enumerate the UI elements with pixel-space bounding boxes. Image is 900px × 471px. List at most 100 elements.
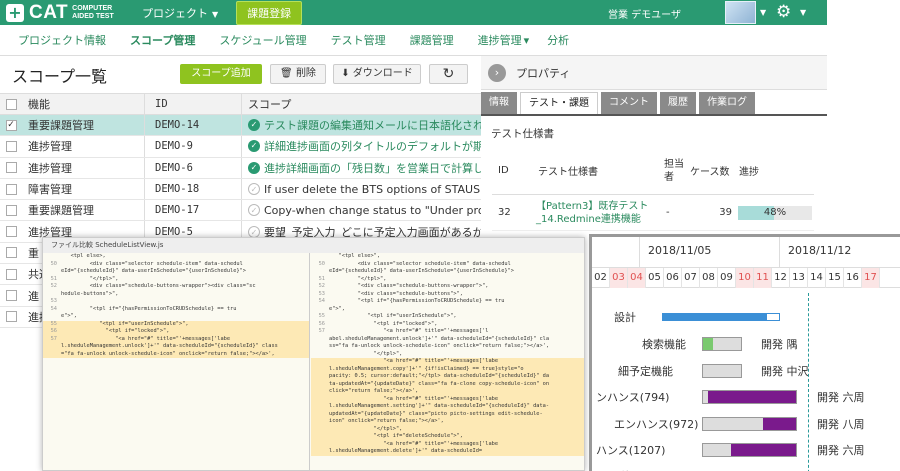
- row-checkbox[interactable]: [5, 226, 17, 238]
- row-scope-text[interactable]: 進捗詳細画面の「残日数」を営業日で計算し: [264, 160, 481, 176]
- gear-icon[interactable]: ⚙: [776, 2, 791, 22]
- app-logo[interactable]: + CAT COMPUTER AIDED TEST: [0, 2, 134, 24]
- table-row[interactable]: ✓ 重要課題管理 DEMO-14 ✓ テスト課題の編集通知メールに日本語化され: [0, 115, 481, 137]
- row-checkbox[interactable]: [5, 183, 17, 195]
- row-checkbox-cell[interactable]: [0, 226, 22, 238]
- table-row[interactable]: 障害管理 DEMO-18 ✓ If user delete the BTS optio…: [0, 178, 481, 201]
- row-checkbox-cell[interactable]: [0, 204, 22, 216]
- gantt-task-bar[interactable]: [702, 443, 797, 457]
- gantt-day: 13: [790, 268, 808, 288]
- tab-3[interactable]: 履歴: [660, 92, 696, 114]
- user-name[interactable]: 営業 デモユーザ: [608, 6, 681, 21]
- row-checkbox[interactable]: [5, 268, 17, 280]
- row-checkbox[interactable]: [5, 140, 17, 152]
- project-menu[interactable]: プロジェクト ▼: [142, 5, 218, 21]
- row-checkbox-cell[interactable]: [0, 311, 22, 323]
- gantt-task-bar[interactable]: [702, 390, 797, 404]
- column-id[interactable]: ID: [145, 94, 242, 114]
- row-scope-text[interactable]: Copy-when change status to "Under proc: [264, 204, 481, 217]
- row-checkbox-cell[interactable]: [0, 290, 22, 302]
- row-checkbox[interactable]: [5, 290, 17, 302]
- add-scope-button[interactable]: スコープ追加: [180, 64, 262, 84]
- nav-item-5[interactable]: 進捗管理: [478, 32, 528, 48]
- gantt-task-name[interactable]: 検索機能: [642, 336, 686, 352]
- gantt-task-owner: 開発 隅: [761, 338, 798, 351]
- user-menu-chevron-icon[interactable]: ▼: [760, 8, 766, 17]
- nav-item-1[interactable]: スコープ管理: [130, 32, 201, 48]
- diff-line: click="return false;"></a>',: [311, 388, 584, 396]
- column-func[interactable]: 機能: [22, 94, 145, 114]
- gantt-task-name[interactable]: ハンス(1207): [596, 442, 665, 458]
- line-number: [311, 253, 329, 261]
- register-issue-button[interactable]: 課題登録: [236, 0, 303, 25]
- gantt-task-name[interactable]: ンハンス(794): [596, 389, 669, 405]
- column-scope[interactable]: スコープ: [242, 96, 481, 112]
- line-text: l.sheduleManagement.copy']+'" {if!isClai…: [329, 365, 524, 372]
- nav-item-0[interactable]: プロジェクト情報: [18, 32, 112, 48]
- gantt-task-bar[interactable]: [702, 417, 797, 431]
- row-scope-text[interactable]: テスト課題の編集通知メールに日本語化され: [264, 117, 481, 133]
- chevron-down-icon: ▾: [523, 33, 530, 47]
- avatar[interactable]: [725, 1, 756, 24]
- diff-line: 55 "<tpl if="userInSchedule">",: [43, 320, 309, 328]
- tab-0[interactable]: 情報: [481, 92, 517, 114]
- diff-line: "<a href="#" title="'+messages['labe: [311, 395, 584, 403]
- gantt-task-name[interactable]: エンハンス(972): [614, 416, 698, 432]
- gantt-task-progress: [707, 391, 796, 403]
- row-scope-text[interactable]: If user delete the BTS options of STAUS …: [264, 183, 481, 196]
- row-checkbox[interactable]: [5, 311, 17, 323]
- chevron-right-icon[interactable]: ›: [488, 63, 506, 82]
- line-number: [311, 433, 329, 441]
- file-diff-window[interactable]: ファイル比較 ScheduleListView.js <tpl else>, 50…: [42, 237, 585, 471]
- table-row[interactable]: 進捗管理 DEMO-6 ✓ 進捗詳細画面の「残日数」を営業日で計算し: [0, 157, 481, 179]
- table-row[interactable]: 進捗管理 DEMO-9 ✓ 詳細進捗画面の列タイトルのデフォルトが期: [0, 136, 481, 158]
- row-checkbox-cell[interactable]: [0, 247, 22, 259]
- gantt-task-bar[interactable]: [662, 313, 780, 321]
- row-scope[interactable]: ✓ Copy-when change status to "Under proc: [242, 204, 481, 217]
- line-number: [311, 366, 329, 374]
- row-checkbox[interactable]: ✓: [5, 119, 17, 131]
- refresh-button[interactable]: ↻: [429, 64, 468, 84]
- download-button[interactable]: ⬇ ダウンロード: [333, 64, 421, 84]
- row-checkbox-cell[interactable]: [0, 140, 22, 152]
- diff-line: "</tpl>",: [311, 351, 584, 359]
- diff-line: eId="{scheduleId}" data-userInSchedule="…: [43, 268, 309, 276]
- table-row[interactable]: 重要課題管理 DEMO-17 ✓ Copy-when change status to…: [0, 200, 481, 222]
- line-number: 54: [50, 305, 57, 312]
- gantt-task-bar[interactable]: [702, 337, 742, 351]
- row-checkbox[interactable]: [5, 204, 17, 216]
- line-text: click="return false;"></a>',: [329, 388, 419, 394]
- row-checkbox[interactable]: [5, 247, 17, 259]
- row-scope[interactable]: ✓ テスト課題の編集通知メールに日本語化され: [242, 117, 481, 133]
- row-scope[interactable]: ✓ 詳細進捗画面の列タイトルのデフォルトが期: [242, 138, 481, 154]
- diff-left-pane[interactable]: <tpl else>, 50 <div class="selector sched…: [43, 253, 310, 470]
- nav-item-4[interactable]: 課題管理: [410, 32, 460, 48]
- delete-button[interactable]: 🗑 削除: [270, 64, 326, 84]
- row-scope[interactable]: ✓ If user delete the BTS options of STAUS…: [242, 183, 481, 196]
- nav-item-6[interactable]: 分析: [547, 32, 575, 48]
- tab-1[interactable]: テスト・課題: [520, 92, 598, 114]
- tab-4[interactable]: 作業ログ: [699, 92, 755, 114]
- spec-row[interactable]: 32 【Pattern3】既存テスト_14.Redmine連携機能 - 39 48%: [492, 195, 814, 231]
- gantt-chart[interactable]: 2018/11/05 2018/11/12 02 03 04 05 06 07 08 09 10 1…: [589, 234, 900, 471]
- row-checkbox-cell[interactable]: [0, 183, 22, 195]
- nav-item-3[interactable]: テスト管理: [331, 32, 392, 48]
- row-checkbox-cell[interactable]: [0, 162, 22, 174]
- check-done-icon: ✓: [248, 140, 260, 153]
- diff-right-pane[interactable]: "<tpl else>", 50 <div class="selector sch…: [311, 253, 584, 470]
- row-checkbox-cell[interactable]: [0, 268, 22, 280]
- row-checkbox-cell[interactable]: ✓: [0, 119, 22, 131]
- gantt-task-name[interactable]: 設計: [614, 309, 636, 325]
- settings-chevron-icon[interactable]: ▼: [800, 8, 806, 17]
- tab-2[interactable]: コメント: [601, 92, 657, 114]
- line-text: "<a href="#" title="'+messages['labe: [329, 358, 499, 364]
- select-all-checkbox[interactable]: [5, 98, 17, 110]
- gantt-task-bar[interactable]: [702, 364, 742, 378]
- nav-item-2[interactable]: スケジュール管理: [219, 32, 312, 48]
- row-scope-text[interactable]: 詳細進捗画面の列タイトルのデフォルトが期: [264, 138, 481, 154]
- spec-name-link[interactable]: 【Pattern3】既存テスト_14.Redmine連携機能: [536, 200, 664, 226]
- diff-line: "<a href="#" title="'+messages['labe: [311, 358, 584, 366]
- gantt-task-name[interactable]: 細予定機能: [618, 363, 673, 379]
- row-scope[interactable]: ✓ 進捗詳細画面の「残日数」を営業日で計算し: [242, 160, 481, 176]
- row-checkbox[interactable]: [5, 162, 17, 174]
